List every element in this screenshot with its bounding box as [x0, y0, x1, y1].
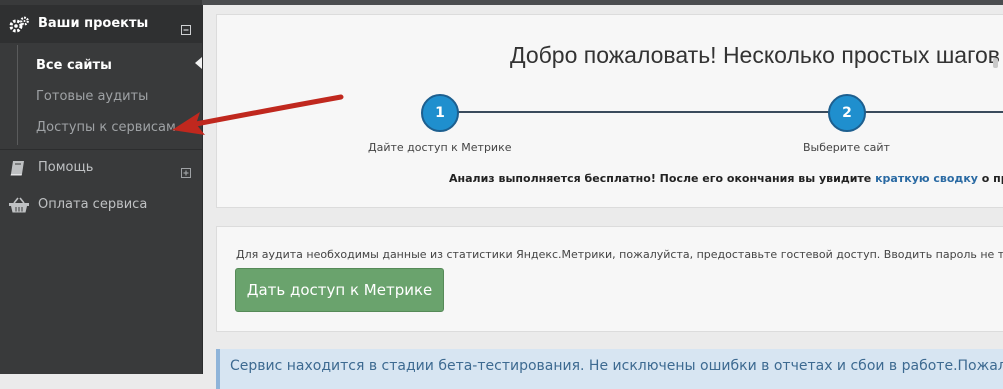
sidebar-item-label: Оплата сервиса	[38, 197, 148, 212]
step-1-circle: 1	[421, 94, 459, 132]
summary-link[interactable]: краткую сводку	[875, 172, 978, 185]
book-icon	[9, 160, 27, 180]
expand-icon[interactable]	[181, 163, 191, 182]
submenu-guide-line	[17, 45, 18, 145]
sidebar-item-label: Помощь	[38, 160, 94, 175]
sidebar-item-ready-audits[interactable]: Готовые аудиты	[36, 89, 148, 104]
step-2-label: Выберите сайт	[803, 141, 890, 154]
sidebar-header-label: Ваши проекты	[38, 16, 149, 31]
step-2-circle: 2	[828, 94, 866, 132]
welcome-title: Добро пожаловать! Несколько простых шаго…	[510, 42, 1003, 68]
scroll-indicator[interactable]	[993, 58, 998, 68]
collapse-icon[interactable]	[181, 20, 191, 39]
beta-info-text: Сервис находится в стадии бета-тестирова…	[230, 358, 1003, 374]
gears-icon	[8, 16, 30, 38]
give-metrika-access-button[interactable]: Дать доступ к Метрике	[235, 268, 444, 312]
sidebar-item-service-access[interactable]: Доступы к сервисам	[36, 120, 176, 135]
audit-instructions: Для аудита необходимы данные из статисти…	[236, 248, 1003, 261]
sidebar-item-all-sites[interactable]: Все сайты	[36, 58, 112, 73]
sidebar-item-payment[interactable]: Оплата сервиса	[0, 187, 202, 223]
note-text: Анализ выполняется бесплатно! После его …	[449, 172, 876, 185]
free-analysis-note: Анализ выполняется бесплатно! После его …	[449, 172, 1003, 185]
sidebar-header-projects[interactable]: Ваши проекты	[0, 5, 202, 43]
steps-connector-line	[440, 111, 1003, 113]
active-caret-icon	[195, 57, 202, 69]
sidebar: Ваши проекты Все сайты Готовые аудиты До…	[0, 0, 203, 374]
top-bar	[202, 0, 1003, 5]
step-1-label: Дайте доступ к Метрике	[368, 141, 512, 154]
basket-icon	[9, 197, 29, 217]
sidebar-item-help[interactable]: Помощь	[0, 150, 202, 186]
note-text-end: о пр	[981, 172, 1003, 185]
